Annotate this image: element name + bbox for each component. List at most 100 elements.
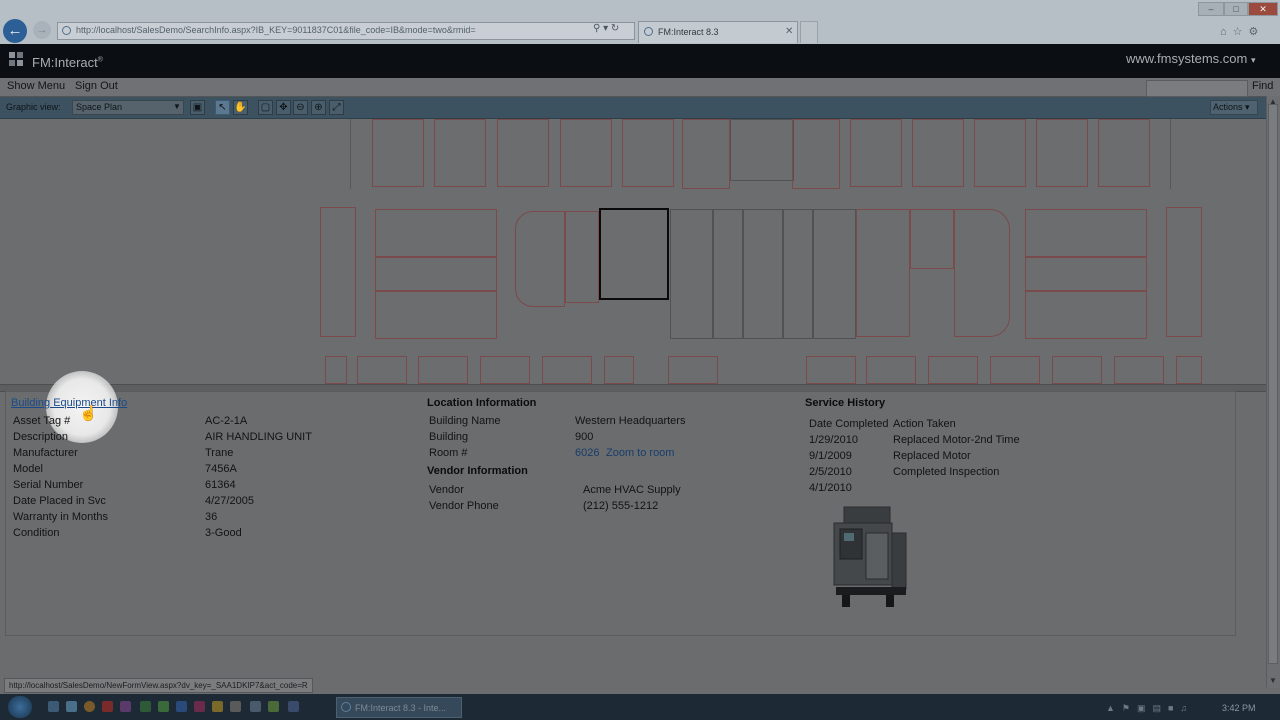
- forward-arrow-icon[interactable]: →: [33, 21, 51, 39]
- service-row-date: 4/1/2010: [809, 482, 852, 494]
- service-row-action: Replaced Motor-2nd Time: [893, 434, 1020, 446]
- plan-room: [542, 356, 592, 384]
- zoom-out-icon[interactable]: ⊖: [293, 100, 308, 115]
- scrollbar-thumb[interactable]: [1268, 104, 1278, 664]
- home-favorites-tools-icons[interactable]: ⌂☆⚙: [1220, 25, 1264, 38]
- zoom-window-icon[interactable]: ▢: [258, 100, 273, 115]
- plan-elevator: [712, 209, 744, 339]
- tab-favicon-icon: [644, 27, 653, 36]
- plan-room: [912, 119, 964, 187]
- taskbar-app-icon[interactable]: [48, 701, 59, 712]
- plan-room: [1114, 356, 1164, 384]
- layers-icon[interactable]: ▣: [190, 100, 205, 115]
- date-placed-label: Date Placed in Svc: [13, 495, 106, 507]
- plan-room: [565, 211, 599, 303]
- pan-hand-icon[interactable]: ✋: [233, 100, 248, 115]
- warranty-value: 36: [205, 511, 218, 523]
- new-tab-button[interactable]: [800, 21, 818, 43]
- condition-value: 3-Good: [205, 527, 242, 539]
- zoom-extents-icon[interactable]: ⤢: [329, 100, 344, 115]
- taskbar-app-icon[interactable]: [102, 701, 113, 712]
- asset-tag-label: Asset Tag #: [13, 415, 71, 427]
- taskbar-task-label: FM:Interact 8.3 - Inte...: [355, 703, 447, 713]
- date-placed-value: 4/27/2005: [205, 495, 254, 507]
- search-refresh-icons[interactable]: ⚲ ▾ ↻: [593, 23, 619, 34]
- service-row-date: 2/5/2010: [809, 466, 852, 478]
- tab-close-icon[interactable]: ✕: [785, 26, 793, 37]
- plan-room: [1052, 356, 1102, 384]
- plan-room: [434, 119, 486, 187]
- plan-room: [928, 356, 978, 384]
- building-equipment-info-link[interactable]: Building Equipment Info: [11, 397, 127, 409]
- description-value: AIR HANDLING UNIT: [205, 431, 312, 443]
- zoom-in-icon[interactable]: ⊕: [311, 100, 326, 115]
- taskbar-app-icon[interactable]: [212, 701, 223, 712]
- taskbar-app-icon[interactable]: [194, 701, 205, 712]
- service-history-header: Service History: [805, 397, 886, 409]
- plan-elevator: [782, 209, 814, 339]
- minimize-button[interactable]: –: [1198, 2, 1224, 16]
- graphic-view-label: Graphic view:: [6, 102, 61, 112]
- plan-wall: [350, 119, 351, 189]
- sign-out-link[interactable]: Sign Out: [75, 80, 118, 92]
- maximize-button[interactable]: □: [1224, 2, 1248, 16]
- plan-core: [742, 209, 784, 339]
- back-arrow-icon[interactable]: ←: [3, 19, 27, 43]
- plan-room: [497, 119, 549, 187]
- plan-room: [1166, 207, 1202, 337]
- actions-label: Actions ▾: [1213, 102, 1250, 112]
- taskbar-app-icon[interactable]: [176, 701, 187, 712]
- graphic-view-value: Space Plan: [76, 102, 123, 112]
- find-button[interactable]: Find: [1252, 80, 1273, 92]
- chevron-down-icon: ▼: [173, 102, 181, 111]
- vendor-value: Acme HVAC Supply: [583, 484, 681, 496]
- room-link[interactable]: 6026: [575, 447, 599, 459]
- plan-room: [320, 207, 356, 337]
- taskbar-app-icon[interactable]: [288, 701, 299, 712]
- plan-room: [866, 356, 916, 384]
- manufacturer-label: Manufacturer: [13, 447, 78, 459]
- taskbar-app-icon[interactable]: [84, 701, 95, 712]
- service-row-date: 9/1/2009: [809, 450, 852, 462]
- pan-arrows-icon[interactable]: ✥: [276, 100, 291, 115]
- app-logo-icon: [9, 52, 25, 68]
- scroll-up-icon[interactable]: ▲: [1269, 97, 1277, 106]
- plan-core: [730, 119, 794, 181]
- taskbar-app-icon[interactable]: [120, 701, 131, 712]
- taskbar-app-icon[interactable]: [230, 701, 241, 712]
- model-label: Model: [13, 463, 43, 475]
- building-label: Building: [429, 431, 469, 443]
- building-name-value: Western Headquarters: [575, 415, 686, 427]
- plan-room: [325, 356, 347, 384]
- plan-room: [418, 356, 468, 384]
- scroll-down-icon[interactable]: ▼: [1269, 676, 1277, 685]
- find-input[interactable]: [1146, 80, 1248, 97]
- selected-room-6026[interactable]: [599, 208, 669, 300]
- pointer-icon[interactable]: ↖: [215, 100, 230, 115]
- service-col-date: Date Completed: [809, 418, 889, 430]
- site-link[interactable]: www.fmsystems.com ▾: [1126, 51, 1256, 66]
- system-tray-icons[interactable]: ▲⚑▣▤■♫: [1106, 703, 1194, 714]
- zoom-to-room-link[interactable]: Zoom to room: [606, 447, 674, 459]
- taskbar-app-icon[interactable]: [66, 701, 77, 712]
- ie-task-icon: [341, 702, 351, 712]
- taskbar: [0, 694, 1280, 720]
- location-header: Location Information: [427, 397, 537, 409]
- page-icon: [62, 26, 71, 35]
- close-window-button[interactable]: ✕: [1248, 2, 1278, 16]
- floor-plan[interactable]: [0, 119, 1266, 384]
- condition-label: Condition: [13, 527, 60, 539]
- start-button-icon[interactable]: [8, 696, 32, 718]
- tab-title: FM:Interact 8.3: [658, 27, 719, 37]
- plan-room: [480, 356, 530, 384]
- taskbar-app-icon[interactable]: [158, 701, 169, 712]
- plan-room: [515, 211, 565, 307]
- plan-room: [375, 209, 497, 257]
- taskbar-app-icon[interactable]: [140, 701, 151, 712]
- taskbar-app-icon[interactable]: [250, 701, 261, 712]
- show-menu-link[interactable]: Show Menu: [7, 80, 65, 92]
- taskbar-app-icon[interactable]: [268, 701, 279, 712]
- building-value: 900: [575, 431, 594, 443]
- plan-room: [560, 119, 612, 187]
- description-label: Description: [13, 431, 69, 443]
